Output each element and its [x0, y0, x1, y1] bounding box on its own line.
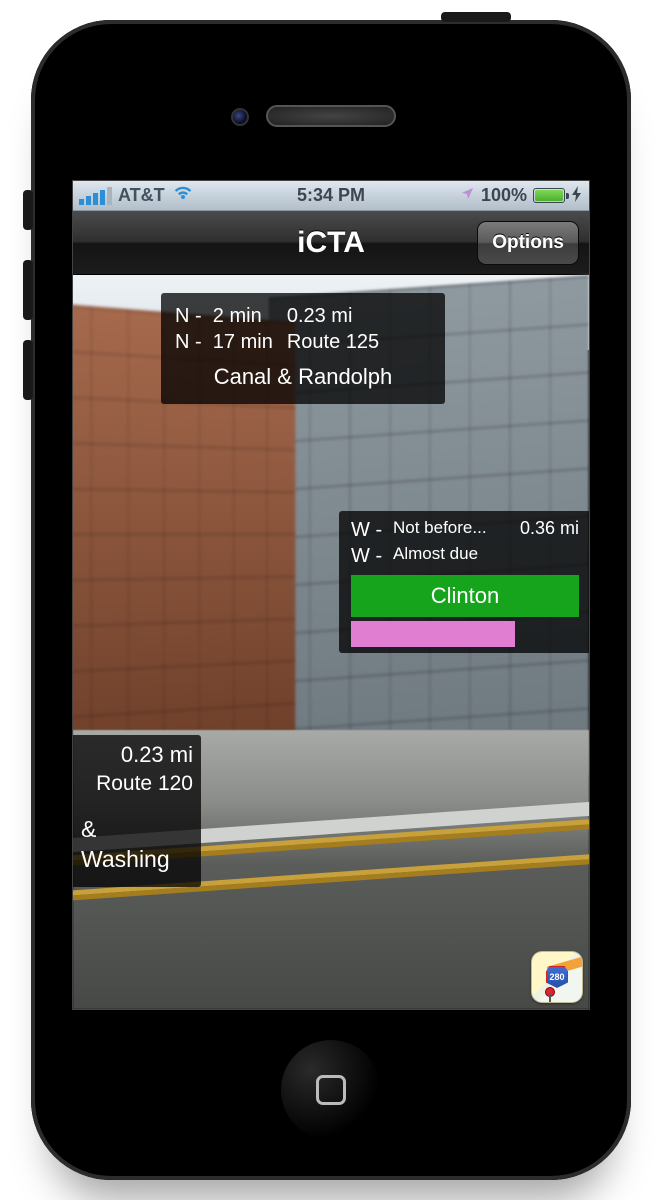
route-label: Route 120 [81, 770, 193, 797]
nav-bar: iCTA Options [73, 211, 589, 275]
volume-down-button[interactable] [23, 340, 33, 400]
interstate-shield-icon: 280 [546, 966, 568, 988]
app-title: iCTA [297, 226, 365, 260]
map-pin-icon [546, 988, 554, 996]
arrival-line: N - 2 min [175, 303, 273, 329]
distance-label: 0.23 mi [81, 741, 193, 770]
ar-card-bus-stop[interactable]: N - 2 min N - 17 min 0.23 mi Route 125 C… [161, 293, 445, 404]
clock: 5:34 PM [73, 185, 589, 206]
status-bar: AT&T 5:34 PM 100% [73, 181, 589, 211]
train-line-pink [351, 621, 515, 647]
battery-icon [533, 188, 565, 203]
options-button[interactable]: Options [477, 221, 579, 265]
earpiece [266, 105, 396, 127]
screen: AT&T 5:34 PM 100% iCTA Options [72, 180, 590, 1010]
arrival-line: N - 17 min [175, 329, 273, 355]
stop-name-partial: & [81, 815, 193, 845]
ar-camera-view[interactable]: N - 2 min N - 17 min 0.23 mi Route 125 C… [73, 275, 589, 1009]
stop-name: Canal & Randolph [175, 363, 431, 392]
train-line-green: Clinton [351, 575, 579, 617]
volume-up-button[interactable] [23, 260, 33, 320]
options-button-label: Options [492, 232, 564, 254]
power-button[interactable] [441, 12, 511, 22]
direction-label: W - [351, 517, 385, 543]
distance-label: 0.23 mi [287, 303, 379, 329]
home-square-icon [316, 1075, 346, 1105]
distance-label: 0.36 mi [520, 517, 579, 540]
iphone-frame: AT&T 5:34 PM 100% iCTA Options [31, 20, 631, 1180]
stop-name-partial: Washing [81, 845, 193, 875]
direction-label: W - [351, 543, 385, 569]
maps-button[interactable]: 280 [531, 951, 583, 1003]
front-camera [231, 108, 249, 126]
ar-card-bus-stop-partial[interactable]: 0.23 mi Route 120 & Washing [73, 735, 201, 887]
status-label: Almost due [393, 543, 579, 565]
silent-switch[interactable] [23, 190, 33, 230]
status-label: Not before... [393, 517, 512, 539]
station-name: Clinton [431, 582, 499, 611]
home-button[interactable] [281, 1040, 381, 1140]
ar-card-train-station[interactable]: W - Not before... 0.36 mi W - Almost due… [339, 511, 589, 653]
route-label: Route 125 [287, 329, 379, 355]
